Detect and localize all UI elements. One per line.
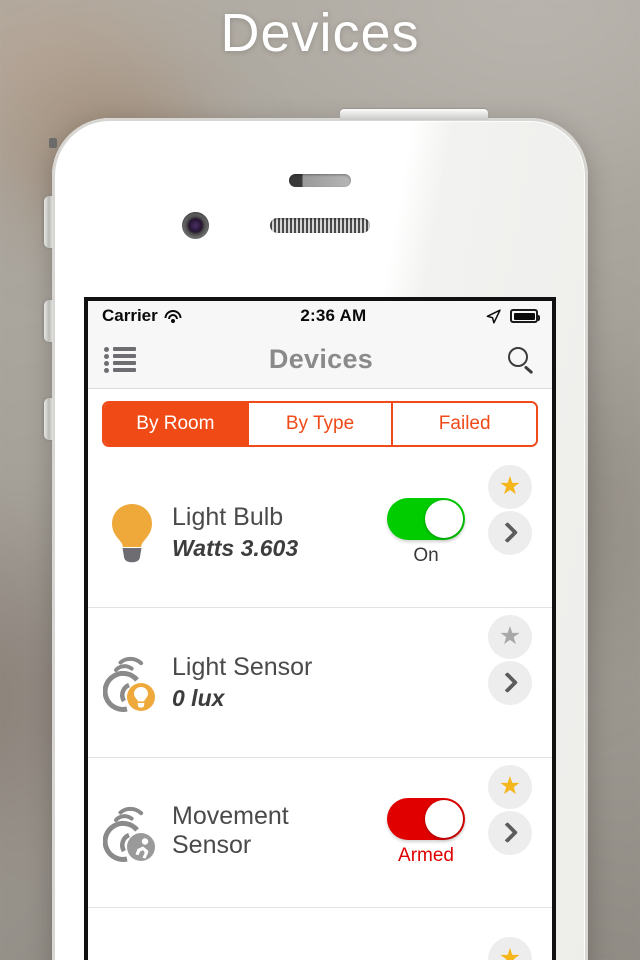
table-row[interactable]: Light Bulb Watts 3.603 On ★: [88, 458, 552, 608]
star-filled-icon: ★: [498, 472, 522, 500]
volume-down-button[interactable]: [44, 398, 53, 440]
device-actions: ★: [482, 764, 538, 855]
detail-chevron-button[interactable]: [488, 810, 532, 855]
device-toggle-group[interactable]: On: [370, 498, 482, 567]
status-bar-right: [485, 308, 540, 325]
phone-screen: Carrier 2:36 AM Devices By Room By Type …: [88, 301, 552, 960]
star-filled-icon: ★: [498, 944, 522, 960]
chevron-right-icon: [496, 521, 519, 544]
segment-by-room[interactable]: By Room: [104, 403, 249, 445]
favorite-star-button[interactable]: ★: [488, 764, 532, 809]
device-name: Light Sensor: [172, 652, 313, 681]
device-value: Watts 3.603: [172, 535, 299, 562]
table-row[interactable]: ★: [88, 908, 552, 960]
segment-failed[interactable]: Failed: [393, 403, 536, 445]
star-filled-icon: ★: [498, 772, 522, 800]
toggle-knob: [425, 500, 463, 538]
table-row[interactable]: Light Sensor 0 lux ★: [88, 608, 552, 758]
battery-full-icon: [510, 309, 540, 323]
segmented-control-container: By Room By Type Failed: [88, 389, 552, 458]
movement-sensor-icon: [98, 802, 166, 864]
device-text: Light Bulb Watts 3.603: [166, 503, 370, 563]
device-actions: ★: [482, 464, 538, 555]
iphone-device-mockup: Carrier 2:36 AM Devices By Room By Type …: [44, 109, 588, 960]
favorite-star-button[interactable]: ★: [488, 936, 532, 960]
device-name: Light Bulb: [172, 502, 284, 531]
device-toggle-group[interactable]: Armed: [370, 798, 482, 867]
status-bar: Carrier 2:36 AM: [88, 301, 552, 331]
chevron-right-icon: [496, 671, 519, 694]
sim-indicator: [49, 138, 57, 148]
favorite-star-button[interactable]: ★: [488, 614, 532, 659]
chevron-right-icon: [496, 821, 519, 844]
search-icon[interactable]: [506, 345, 536, 375]
favorite-star-button[interactable]: ★: [488, 464, 532, 509]
star-outline-icon: ★: [498, 622, 522, 650]
toggle-knob: [425, 800, 463, 838]
light-sensor-icon: [98, 652, 166, 714]
power-toggle[interactable]: [387, 498, 465, 540]
volume-up-button[interactable]: [44, 300, 53, 342]
device-list: Light Bulb Watts 3.603 On ★ Light Sensor…: [88, 458, 552, 960]
detail-chevron-button[interactable]: [488, 660, 532, 705]
device-name: Movement Sensor: [172, 801, 289, 860]
armed-toggle[interactable]: [387, 798, 465, 840]
light-bulb-icon: [98, 501, 166, 565]
page-headline: Devices: [220, 3, 420, 63]
device-text: Light Sensor 0 lux: [166, 653, 370, 713]
device-text: Movement Sensor: [166, 802, 370, 864]
status-bar-time: 2:36 AM: [300, 306, 367, 325]
mute-switch[interactable]: [44, 196, 53, 248]
page-title: Devices: [268, 344, 374, 374]
toggle-state-label: On: [413, 545, 439, 566]
detail-chevron-button[interactable]: [488, 510, 532, 555]
wifi-icon: [164, 309, 182, 323]
status-bar-left: Carrier: [102, 306, 182, 326]
device-actions: ★: [482, 614, 538, 705]
location-arrow-icon: [486, 308, 501, 324]
table-row[interactable]: Movement Sensor Armed ★: [88, 758, 552, 908]
segment-by-type[interactable]: By Type: [248, 403, 394, 445]
list-menu-icon[interactable]: [104, 346, 136, 373]
segmented-control[interactable]: By Room By Type Failed: [102, 401, 538, 447]
device-value: 0 lux: [172, 685, 225, 712]
carrier-label: Carrier: [102, 306, 158, 325]
toggle-state-label: Armed: [398, 845, 454, 866]
power-button[interactable]: [340, 109, 488, 120]
navigation-bar: Devices: [88, 331, 552, 389]
